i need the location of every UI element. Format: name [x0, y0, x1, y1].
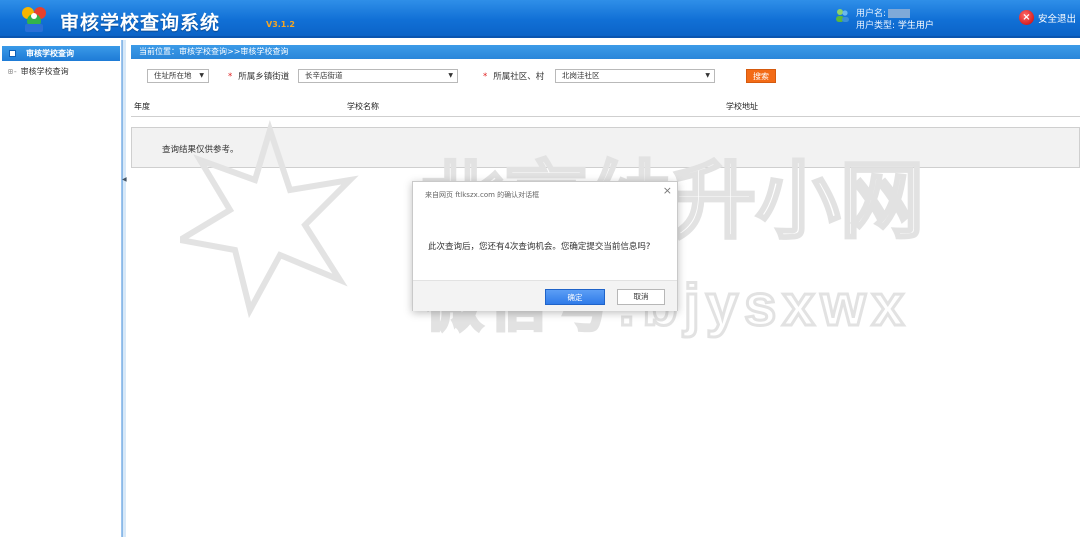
street-select[interactable]: 长辛店街道 ▼: [298, 69, 458, 83]
logout-label: 安全退出: [1038, 13, 1077, 25]
column-header-school-name: 学校名称: [347, 102, 379, 111]
cancel-button[interactable]: 取消: [617, 289, 665, 305]
sidebar-section-header[interactable]: 审核学校查询: [2, 46, 120, 61]
community-label: 所属社区、村: [493, 72, 545, 82]
tree-branch-icon: ⊞-: [8, 67, 18, 76]
collapse-arrow-icon[interactable]: ◀: [122, 176, 127, 183]
dialog-title: 来自网页 ftlkszx.com 的确认对话框: [425, 191, 540, 199]
ok-button[interactable]: 确定: [545, 289, 605, 305]
filter-bar: 住址所在地 ▼ * 所属乡镇街道 长辛店街道 ▼ * 所属社区、村 北岗洼社区 ▼ …: [131, 66, 1080, 86]
notice-text: 查询结果仅供参考。: [162, 145, 239, 155]
street-label-wrap: * 所属乡镇街道: [228, 70, 289, 82]
dialog-footer: 确定 取消: [413, 280, 677, 311]
results-table-header: 年度 学校名称 学校地址: [131, 95, 1080, 117]
dialog-message: 此次查询后，您还有4次查询机会。您确定提交当前信息吗?: [428, 242, 651, 252]
residence-select[interactable]: 住址所在地 ▼: [147, 69, 209, 83]
user-icon: [834, 7, 850, 23]
user-type-value: 学生用户: [897, 21, 934, 31]
user-type-row: 用户类型: 学生用户: [856, 18, 934, 31]
sidebar-item-school-query[interactable]: ⊞- 审核学校查询: [8, 66, 69, 77]
chevron-down-icon: ▼: [199, 72, 204, 79]
close-circle-icon: ×: [1019, 10, 1034, 25]
chevron-down-icon: ▼: [705, 72, 710, 79]
sidebar-splitter[interactable]: [122, 40, 126, 537]
collapse-square-icon: [9, 50, 16, 57]
sidebar: 审核学校查询 ⊞- 审核学校查询: [0, 40, 122, 537]
user-name-value-masked: [888, 9, 911, 18]
app-version: V3.1.2: [266, 20, 295, 29]
app-title: 审核学校查询系统: [60, 12, 221, 34]
logout-button[interactable]: × 安全退出: [1019, 10, 1076, 25]
notice-box: 查询结果仅供参考。: [131, 127, 1080, 168]
breadcrumb: 当前位置：审核学校查询>>审核学校查询: [131, 45, 1080, 59]
chevron-down-icon: ▼: [448, 72, 453, 79]
residence-select-value: 住址所在地: [154, 71, 192, 80]
app-logo-icon: [18, 4, 50, 34]
sidebar-item-label: 审核学校查询: [20, 67, 69, 76]
community-select-value: 北岗洼社区: [562, 71, 600, 80]
confirm-dialog: 来自网页 ftlkszx.com 的确认对话框 × 此次查询后，您还有4次查询机…: [412, 181, 678, 311]
required-star: *: [228, 72, 233, 82]
close-icon[interactable]: ×: [663, 184, 672, 197]
street-select-value: 长辛店街道: [305, 71, 343, 80]
community-select[interactable]: 北岗洼社区 ▼: [555, 69, 715, 83]
user-type-label: 用户类型:: [856, 21, 896, 31]
column-header-year: 年度: [134, 102, 150, 111]
sidebar-section-title: 审核学校查询: [26, 49, 74, 58]
search-button[interactable]: 搜索: [746, 69, 776, 83]
app-header: 审核学校查询系统 V3.1.2 用户名: 用户类型: 学生用户 × 安全退出: [0, 0, 1080, 38]
community-label-wrap: * 所属社区、村: [483, 70, 544, 82]
street-label: 所属乡镇街道: [238, 72, 290, 82]
required-star: *: [483, 72, 488, 82]
column-header-school-address: 学校地址: [726, 102, 758, 111]
